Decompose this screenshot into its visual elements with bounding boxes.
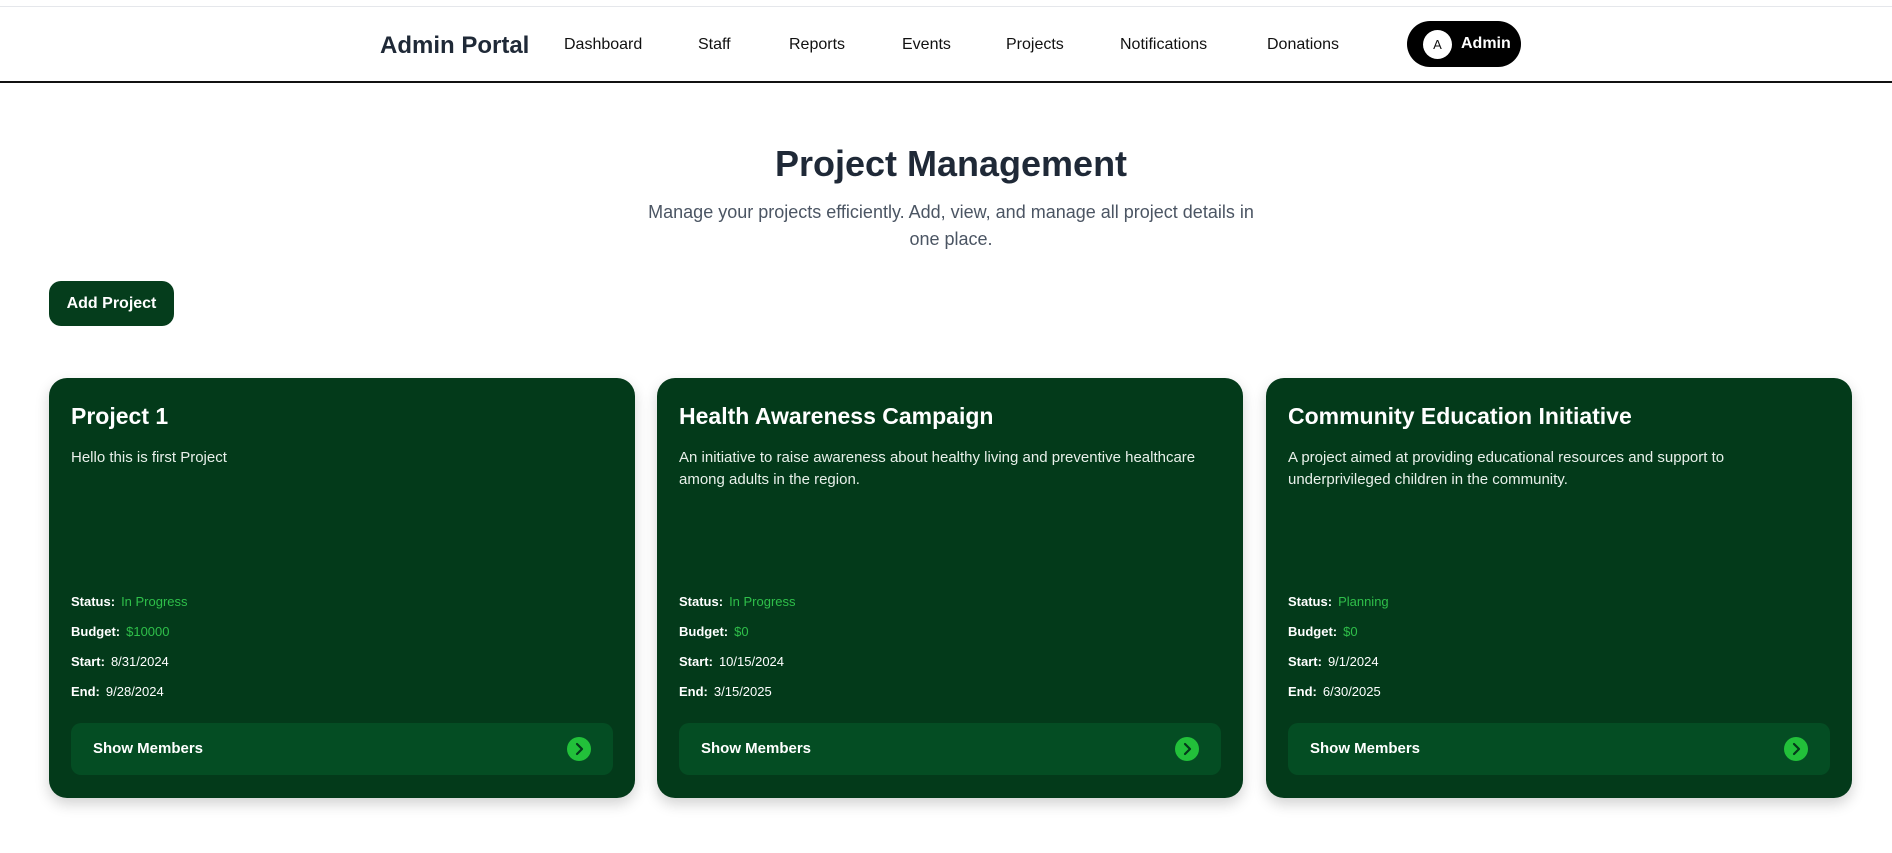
end-value: 9/28/2024: [105, 684, 164, 699]
project-start-row: Start: 9/1/2024: [1288, 654, 1379, 669]
chevron-right-icon: [567, 737, 591, 761]
show-members-label: Show Members: [93, 740, 204, 757]
end-value: 6/30/2025: [1322, 684, 1381, 699]
project-end-row: End: 3/15/2025: [679, 684, 772, 699]
start-label: Start:: [71, 654, 105, 669]
user-label: Admin: [1461, 35, 1511, 52]
project-budget-row: Budget: $0: [1288, 624, 1358, 639]
project-card: Project 1 Hello this is first Project St…: [49, 378, 635, 798]
nav-events[interactable]: Events: [902, 36, 951, 54]
status-label: Status:: [679, 594, 724, 609]
project-status-row: Status: In Progress: [71, 594, 188, 609]
user-menu-button[interactable]: A Admin: [1407, 21, 1521, 67]
end-value: 3/15/2025: [713, 684, 772, 699]
project-budget-row: Budget: $10000: [71, 624, 170, 639]
navbar: Admin Portal Dashboard Staff Reports Eve…: [0, 7, 1892, 83]
project-status-row: Status: Planning: [1288, 594, 1389, 609]
project-title: Health Awareness Campaign: [679, 403, 994, 429]
project-end-row: End: 6/30/2025: [1288, 684, 1381, 699]
project-status-row: Status: In Progress: [679, 594, 796, 609]
project-title: Community Education Initiative: [1288, 403, 1632, 429]
budget-value: $10000: [126, 624, 170, 639]
nav-donations[interactable]: Donations: [1267, 36, 1339, 54]
nav-notifications[interactable]: Notifications: [1120, 36, 1207, 54]
project-description: Hello this is first Project: [71, 449, 227, 466]
chevron-right-icon: [1175, 737, 1199, 761]
show-members-button[interactable]: Show Members: [71, 723, 613, 775]
status-value: In Progress: [121, 594, 188, 609]
show-members-label: Show Members: [701, 740, 812, 757]
nav-reports[interactable]: Reports: [789, 36, 845, 54]
project-start-row: Start: 8/31/2024: [71, 654, 169, 669]
project-card: Health Awareness Campaign An initiative …: [657, 378, 1243, 798]
project-budget-row: Budget: $0: [679, 624, 749, 639]
project-card: Community Education Initiative A project…: [1266, 378, 1852, 798]
start-value: 9/1/2024: [1327, 654, 1379, 669]
page-subtitle: Manage your projects efficiently. Add, v…: [648, 202, 1254, 249]
add-project-button[interactable]: Add Project: [49, 281, 174, 326]
budget-label: Budget:: [679, 624, 729, 639]
status-label: Status:: [71, 594, 116, 609]
page-title: Project Management: [774, 143, 1128, 184]
start-value: 10/15/2024: [718, 654, 785, 669]
project-description: A project aimed at providing educational…: [1288, 449, 1725, 488]
project-start-row: Start: 10/15/2024: [679, 654, 784, 669]
nav-dashboard[interactable]: Dashboard: [564, 36, 642, 54]
brand-title[interactable]: Admin Portal: [380, 32, 529, 60]
status-value: Planning: [1338, 594, 1389, 609]
start-label: Start:: [679, 654, 713, 669]
avatar: A: [1423, 29, 1452, 59]
end-label: End:: [1288, 684, 1317, 699]
budget-value: $0: [1343, 624, 1358, 639]
show-members-button[interactable]: Show Members: [1288, 723, 1830, 775]
project-end-row: End: 9/28/2024: [71, 684, 164, 699]
end-label: End:: [679, 684, 708, 699]
budget-label: Budget:: [1288, 624, 1338, 639]
nav-staff[interactable]: Staff: [698, 36, 731, 54]
budget-label: Budget:: [71, 624, 121, 639]
show-members-button[interactable]: Show Members: [679, 723, 1221, 775]
budget-value: $0: [734, 624, 749, 639]
status-value: In Progress: [729, 594, 796, 609]
status-label: Status:: [1288, 594, 1333, 609]
end-label: End:: [71, 684, 100, 699]
start-value: 8/31/2024: [110, 654, 169, 669]
show-members-label: Show Members: [1310, 740, 1421, 757]
project-description: An initiative to raise awareness about h…: [679, 449, 1196, 488]
project-title: Project 1: [71, 403, 169, 429]
start-label: Start:: [1288, 654, 1322, 669]
chevron-right-icon: [1784, 737, 1808, 761]
nav-projects[interactable]: Projects: [1006, 36, 1064, 54]
